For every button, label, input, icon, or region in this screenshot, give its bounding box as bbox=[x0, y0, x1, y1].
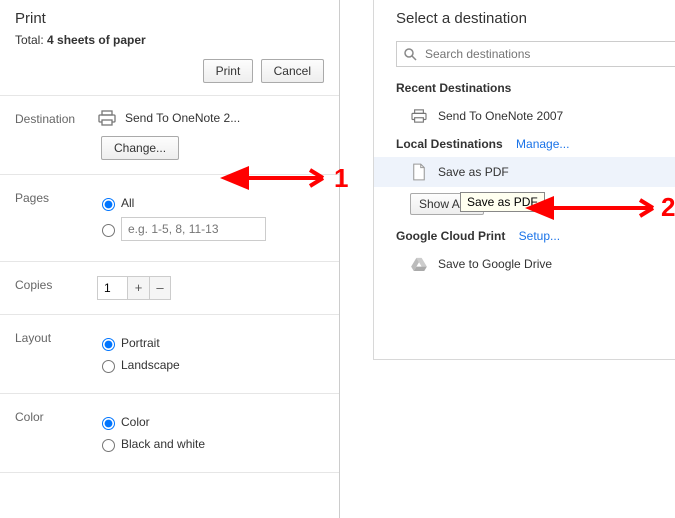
section-layout: Layout Portrait Landscape bbox=[0, 314, 339, 393]
print-header: Print Total: 4 sheets of paper Print Can… bbox=[0, 0, 339, 95]
destination-label: Destination bbox=[15, 110, 97, 126]
recent-head: Recent Destinations bbox=[396, 81, 675, 95]
print-settings-panel: Print Total: 4 sheets of paper Print Can… bbox=[0, 0, 340, 518]
header-buttons: Print Cancel bbox=[15, 59, 324, 83]
section-color: Color Color Black and white bbox=[0, 393, 339, 473]
local-head: Local Destinations Manage... bbox=[396, 137, 675, 151]
current-destination-name: Send To OneNote 2... bbox=[125, 111, 240, 125]
section-pages: Pages All bbox=[0, 174, 339, 261]
layout-label: Layout bbox=[15, 329, 97, 345]
copies-input[interactable] bbox=[97, 276, 127, 300]
copies-label: Copies bbox=[15, 276, 97, 292]
print-button[interactable]: Print bbox=[203, 59, 254, 83]
current-destination: Send To OneNote 2... bbox=[97, 110, 324, 126]
pages-label: Pages bbox=[15, 189, 97, 205]
save-google-drive-item[interactable]: Save to Google Drive bbox=[374, 249, 675, 279]
color-bw-radio[interactable] bbox=[102, 439, 115, 452]
pages-range-input[interactable] bbox=[121, 217, 266, 241]
picker-title: Select a destination bbox=[396, 10, 675, 27]
pages-all-radio[interactable] bbox=[102, 198, 115, 211]
save-as-pdf-item[interactable]: Save as PDF bbox=[374, 157, 675, 187]
color-color-radio[interactable] bbox=[102, 417, 115, 430]
annotation-number-2: 2 bbox=[661, 192, 675, 223]
search-input[interactable] bbox=[423, 46, 669, 62]
pages-range-row[interactable] bbox=[97, 217, 324, 241]
gcp-head: Google Cloud Print Setup... bbox=[396, 229, 675, 243]
google-drive-icon bbox=[410, 255, 428, 273]
section-copies: Copies + – bbox=[0, 261, 339, 314]
color-bw-row[interactable]: Black and white bbox=[97, 436, 324, 452]
layout-landscape-row[interactable]: Landscape bbox=[97, 357, 324, 373]
search-wrap[interactable] bbox=[396, 41, 675, 67]
pages-all-row[interactable]: All bbox=[97, 195, 324, 211]
printer-icon bbox=[97, 110, 117, 126]
search-icon bbox=[403, 47, 417, 61]
pages-range-radio[interactable] bbox=[102, 224, 115, 237]
setup-link[interactable]: Setup... bbox=[519, 229, 560, 243]
recent-destination-item[interactable]: Send To OneNote 2007 bbox=[374, 101, 675, 131]
manage-link[interactable]: Manage... bbox=[516, 137, 569, 151]
change-destination-button[interactable]: Change... bbox=[101, 136, 179, 160]
copies-plus[interactable]: + bbox=[127, 276, 149, 300]
destination-picker: Select a destination Recent Destinations… bbox=[373, 0, 675, 360]
cancel-button[interactable]: Cancel bbox=[261, 59, 324, 83]
printer-icon bbox=[410, 107, 428, 125]
total-line: Total: 4 sheets of paper bbox=[15, 33, 324, 47]
print-title: Print bbox=[15, 10, 324, 27]
pdf-file-icon bbox=[410, 163, 428, 181]
layout-portrait-row[interactable]: Portrait bbox=[97, 335, 324, 351]
section-destination: Destination Send To OneNote 2... Change.… bbox=[0, 95, 339, 174]
layout-landscape-radio[interactable] bbox=[102, 360, 115, 373]
layout-portrait-radio[interactable] bbox=[102, 338, 115, 351]
color-color-row[interactable]: Color bbox=[97, 414, 324, 430]
tooltip: Save as PDF bbox=[460, 192, 545, 212]
annotation-number-1: 1 bbox=[334, 163, 348, 194]
copies-minus[interactable]: – bbox=[149, 276, 171, 300]
color-label: Color bbox=[15, 408, 97, 424]
